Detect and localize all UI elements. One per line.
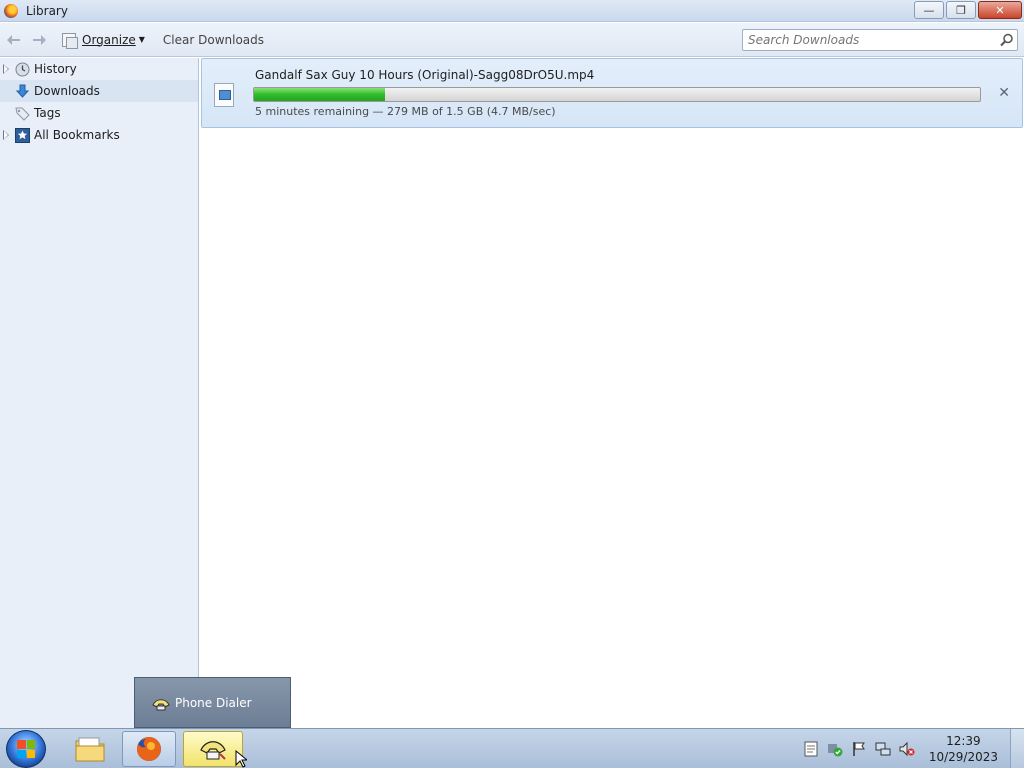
taskbar-explorer-button[interactable] xyxy=(68,731,112,767)
folder-icon xyxy=(75,737,105,762)
window-title: Library xyxy=(26,3,68,18)
system-tray: 12:39 10/29/2023 xyxy=(803,729,998,768)
organize-label: Organize xyxy=(82,32,136,47)
sidebar-item-label: History xyxy=(34,62,77,76)
security-check-icon[interactable] xyxy=(827,741,843,757)
download-progress-fill xyxy=(254,88,385,101)
download-item[interactable]: Gandalf Sax Guy 10 Hours (Original)-Sagg… xyxy=(201,58,1023,128)
jumplist-item-phone-dialer[interactable]: Phone Dialer xyxy=(175,696,252,710)
sidebar-item-history[interactable]: History xyxy=(0,58,198,80)
forward-button[interactable] xyxy=(28,29,50,51)
organize-icon xyxy=(62,32,78,49)
taskbar-phone-dialer-button[interactable] xyxy=(183,731,243,767)
clock-icon xyxy=(14,61,30,77)
clock-time: 12:39 xyxy=(946,734,981,748)
tag-icon xyxy=(14,105,30,121)
download-status: 5 minutes remaining — 279 MB of 1.5 GB (… xyxy=(255,105,556,118)
forward-arrow-icon xyxy=(33,34,46,45)
sidebar-item-tags[interactable]: Tags xyxy=(0,102,198,124)
expand-twisty-icon[interactable] xyxy=(3,130,9,140)
firefox-icon xyxy=(4,3,18,18)
close-button[interactable]: ✕ xyxy=(978,1,1022,19)
phone-dialer-icon xyxy=(200,741,226,760)
phone-dialer-icon xyxy=(152,698,170,710)
sidebar-item-label: Tags xyxy=(34,106,61,120)
window-controls: — ❐ ✕ xyxy=(914,1,1022,19)
volume-muted-icon[interactable] xyxy=(899,741,915,757)
expand-twisty-icon[interactable] xyxy=(3,64,9,74)
toolbar: Organize ▼ Clear Downloads xyxy=(0,23,1024,57)
cancel-download-button[interactable]: ✕ xyxy=(998,85,1010,101)
notes-icon[interactable] xyxy=(803,741,819,757)
download-arrow-icon xyxy=(14,83,30,99)
organize-button[interactable]: Organize ▼ xyxy=(62,32,145,49)
show-desktop-button[interactable] xyxy=(1010,729,1024,768)
video-file-icon xyxy=(214,83,234,107)
sidebar-item-label: All Bookmarks xyxy=(34,128,120,142)
download-progress-bar xyxy=(253,87,981,102)
clear-downloads-button[interactable]: Clear Downloads xyxy=(163,33,264,47)
sidebar-item-downloads[interactable]: Downloads xyxy=(0,80,198,102)
clock-date: 10/29/2023 xyxy=(928,750,998,764)
mouse-cursor-icon xyxy=(235,750,247,768)
downloads-list: Gandalf Sax Guy 10 Hours (Original)-Sagg… xyxy=(200,58,1024,728)
sidebar-item-all-bookmarks[interactable]: All Bookmarks xyxy=(0,124,198,146)
star-icon xyxy=(14,127,30,143)
search-input[interactable] xyxy=(743,30,997,50)
windows-logo-icon xyxy=(17,740,35,758)
library-sidebar: History Downloads Tags All Bookmarks xyxy=(0,58,199,728)
search-box xyxy=(742,29,1018,51)
firefox-icon xyxy=(136,737,161,761)
back-arrow-icon xyxy=(7,34,20,45)
search-icon[interactable] xyxy=(997,30,1017,50)
system-clock[interactable]: 12:39 10/29/2023 xyxy=(929,733,998,765)
taskbar: 12:39 10/29/2023 xyxy=(0,728,1024,768)
taskbar-firefox-button[interactable] xyxy=(122,731,176,767)
start-button[interactable] xyxy=(6,730,46,768)
chevron-down-icon: ▼ xyxy=(138,35,145,44)
minimize-button[interactable]: — xyxy=(914,1,944,19)
download-filename: Gandalf Sax Guy 10 Hours (Original)-Sagg… xyxy=(255,68,595,82)
restore-button[interactable]: ❐ xyxy=(946,1,976,19)
sidebar-item-label: Downloads xyxy=(34,84,100,98)
back-button[interactable] xyxy=(3,29,25,51)
network-icon[interactable] xyxy=(875,741,891,757)
taskbar-jumplist: Phone Dialer xyxy=(134,677,291,728)
title-bar: Library — ❐ ✕ xyxy=(0,0,1024,22)
action-center-flag-icon[interactable] xyxy=(851,741,867,757)
